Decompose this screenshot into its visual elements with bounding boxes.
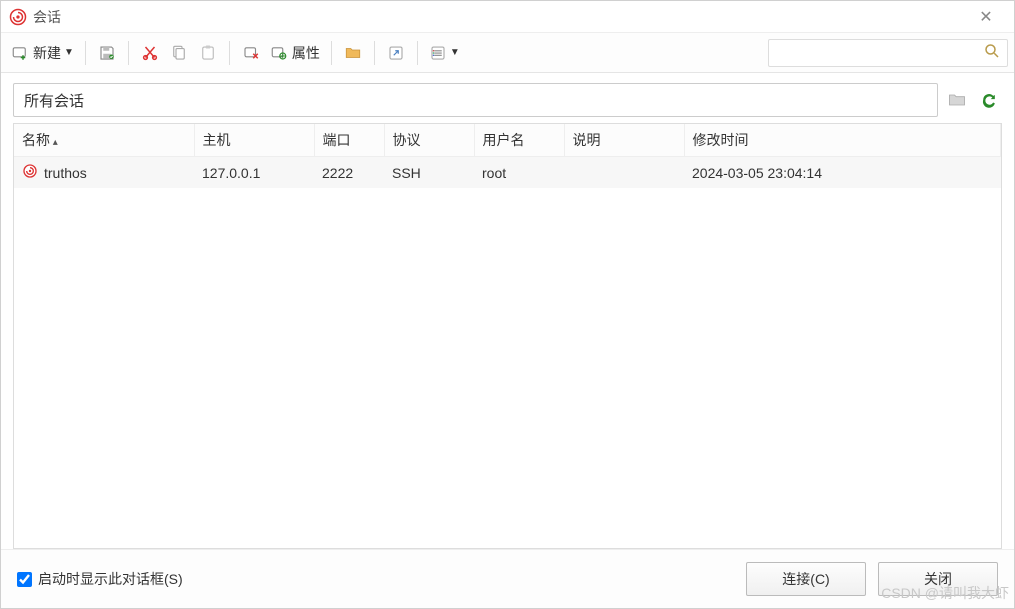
connect-button[interactable]: 连接(C) — [746, 562, 866, 596]
new-folder-icon-button[interactable] — [944, 87, 970, 113]
app-icon — [9, 8, 27, 26]
col-port[interactable]: 端口 — [314, 124, 384, 157]
table-row[interactable]: truthos 127.0.0.1 2222 SSH root 2024-03-… — [14, 157, 1001, 189]
session-table: 名称 主机 端口 协议 用户名 说明 修改时间 truthos — [13, 123, 1002, 549]
col-protocol[interactable]: 协议 — [384, 124, 474, 157]
col-modified[interactable]: 修改时间 — [684, 124, 1001, 157]
separator — [128, 41, 129, 65]
table-header-row: 名称 主机 端口 协议 用户名 说明 修改时间 — [14, 124, 1001, 157]
refresh-icon-button[interactable] — [976, 87, 1002, 113]
table-empty-area — [14, 188, 1001, 548]
col-desc[interactable]: 说明 — [564, 124, 684, 157]
paste-icon-button[interactable] — [194, 39, 222, 67]
separator — [374, 41, 375, 65]
cell-host: 127.0.0.1 — [194, 157, 314, 189]
footer: 启动时显示此对话框(S) 连接(C) 关闭 — [1, 549, 1014, 608]
startup-checkbox-label: 启动时显示此对话框(S) — [38, 569, 183, 589]
path-input[interactable]: 所有会话 — [13, 83, 938, 117]
path-text: 所有会话 — [24, 90, 84, 111]
col-host[interactable]: 主机 — [194, 124, 314, 157]
properties-label: 属性 — [292, 43, 320, 63]
titlebar: 会话 ✕ — [1, 1, 1014, 33]
separator — [417, 41, 418, 65]
open-folder-icon-button[interactable] — [339, 39, 367, 67]
search-icon[interactable] — [983, 42, 1001, 63]
shortcut-icon-button[interactable] — [382, 39, 410, 67]
startup-checkbox[interactable]: 启动时显示此对话框(S) — [17, 569, 183, 589]
dropdown-caret-icon: ▼ — [450, 47, 460, 58]
cell-protocol: SSH — [384, 157, 474, 189]
startup-checkbox-input[interactable] — [17, 572, 32, 587]
col-user[interactable]: 用户名 — [474, 124, 564, 157]
delete-icon-button[interactable] — [237, 39, 265, 67]
toolbar: 新建 ▼ 属性 ▼ — [1, 33, 1014, 73]
path-bar: 所有会话 — [13, 83, 1002, 117]
close-button[interactable]: 关闭 — [878, 562, 998, 596]
cell-port: 2222 — [314, 157, 384, 189]
cell-desc — [564, 157, 684, 189]
new-button-label: 新建 — [33, 43, 61, 63]
session-icon — [22, 163, 38, 182]
cell-name: truthos — [44, 165, 87, 181]
properties-button[interactable]: 属性 — [266, 39, 324, 67]
separator — [85, 41, 86, 65]
cell-user: root — [474, 157, 564, 189]
new-button[interactable]: 新建 ▼ — [7, 39, 78, 67]
cut-icon-button[interactable] — [136, 39, 164, 67]
col-name[interactable]: 名称 — [14, 124, 194, 157]
copy-icon-button[interactable] — [165, 39, 193, 67]
window-close-button[interactable]: ✕ — [966, 7, 1006, 27]
window-title: 会话 — [33, 7, 966, 27]
search-box[interactable] — [768, 39, 1008, 67]
save-icon-button[interactable] — [93, 39, 121, 67]
separator — [229, 41, 230, 65]
cell-modified: 2024-03-05 23:04:14 — [684, 157, 1001, 189]
separator — [331, 41, 332, 65]
dropdown-caret-icon: ▼ — [64, 47, 74, 58]
list-view-button[interactable]: ▼ — [425, 39, 464, 67]
search-input[interactable] — [775, 45, 983, 60]
